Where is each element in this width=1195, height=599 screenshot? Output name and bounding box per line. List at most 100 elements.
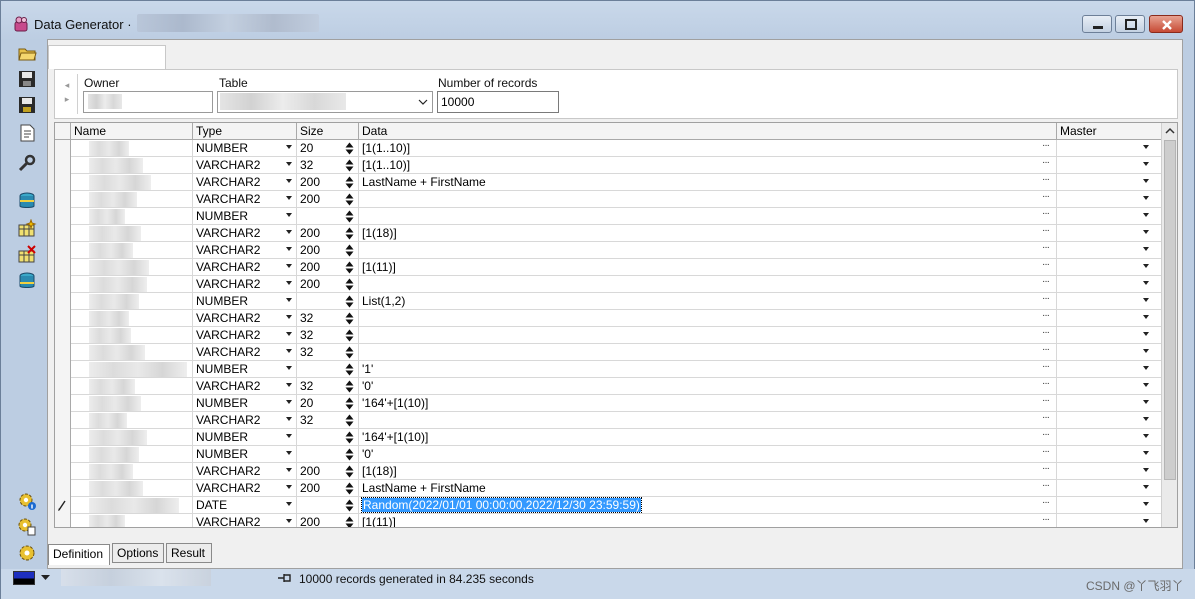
master-dropdown-arrow-icon[interactable] <box>1143 349 1149 353</box>
cell-master[interactable] <box>1057 395 1153 412</box>
data-ellipsis-button[interactable]: ··· <box>1042 412 1050 423</box>
cell-type[interactable]: NUMBER <box>193 446 297 463</box>
cell-data[interactable]: [1(1..10)] ··· <box>359 140 1057 157</box>
cell-data[interactable]: List(1,2) ··· <box>359 293 1057 310</box>
gear-document-icon[interactable] <box>17 517 37 537</box>
table-row[interactable]: VARCHAR2 200 [1(18)] ··· <box>55 463 1161 480</box>
master-dropdown-arrow-icon[interactable] <box>1143 400 1149 404</box>
row-indicator[interactable] <box>55 463 71 480</box>
cell-type[interactable]: VARCHAR2 <box>193 191 297 208</box>
size-spinner-icon[interactable] <box>345 141 354 156</box>
cell-name[interactable] <box>71 463 193 480</box>
row-indicator[interactable] <box>55 259 71 276</box>
table-row[interactable]: NUMBER ··· <box>55 208 1161 225</box>
cell-type[interactable]: VARCHAR2 <box>193 378 297 395</box>
cell-data[interactable]: [1(11)] ··· <box>359 514 1057 527</box>
size-spinner-icon[interactable] <box>345 328 354 343</box>
cell-type[interactable]: NUMBER <box>193 429 297 446</box>
type-dropdown-arrow-icon[interactable] <box>286 179 292 183</box>
table-select[interactable] <box>217 91 433 113</box>
data-ellipsis-button[interactable]: ··· <box>1042 480 1050 491</box>
cell-master[interactable] <box>1057 191 1153 208</box>
cell-type[interactable]: VARCHAR2 <box>193 225 297 242</box>
cell-type[interactable]: NUMBER <box>193 140 297 157</box>
table-row[interactable]: VARCHAR2 32 [1(1..10)] ··· <box>55 157 1161 174</box>
cell-type[interactable]: NUMBER <box>193 293 297 310</box>
master-dropdown-arrow-icon[interactable] <box>1143 281 1149 285</box>
row-indicator[interactable] <box>55 174 71 191</box>
cell-name[interactable] <box>71 497 193 514</box>
type-dropdown-arrow-icon[interactable] <box>286 162 292 166</box>
document-properties-icon[interactable] <box>17 123 37 143</box>
type-dropdown-arrow-icon[interactable] <box>286 247 292 251</box>
data-ellipsis-button[interactable]: ··· <box>1042 429 1050 440</box>
minimize-button[interactable] <box>1082 15 1112 33</box>
column-header-master[interactable]: Master <box>1057 123 1153 140</box>
row-indicator[interactable] <box>55 293 71 310</box>
cell-name[interactable] <box>71 276 193 293</box>
cell-name[interactable] <box>71 225 193 242</box>
size-spinner-icon[interactable] <box>345 209 354 224</box>
cell-name[interactable] <box>71 514 193 527</box>
database-generate-icon[interactable] <box>17 271 37 291</box>
row-indicator[interactable] <box>55 378 71 395</box>
type-dropdown-arrow-icon[interactable] <box>286 332 292 336</box>
size-spinner-icon[interactable] <box>345 498 354 513</box>
gear-run-icon[interactable] <box>17 543 37 563</box>
table-row[interactable]: VARCHAR2 200 ··· <box>55 191 1161 208</box>
records-input[interactable] <box>437 91 559 113</box>
row-indicator[interactable] <box>55 327 71 344</box>
master-dropdown-arrow-icon[interactable] <box>1143 179 1149 183</box>
column-header-data[interactable]: Data <box>359 123 1057 140</box>
master-dropdown-arrow-icon[interactable] <box>1143 366 1149 370</box>
cell-master[interactable] <box>1057 412 1153 429</box>
type-dropdown-arrow-icon[interactable] <box>286 417 292 421</box>
type-dropdown-arrow-icon[interactable] <box>286 230 292 234</box>
cell-master[interactable] <box>1057 361 1153 378</box>
master-dropdown-arrow-icon[interactable] <box>1143 502 1149 506</box>
cell-type[interactable]: VARCHAR2 <box>193 174 297 191</box>
table-row[interactable]: NUMBER '0' ··· <box>55 446 1161 463</box>
size-spinner-icon[interactable] <box>345 192 354 207</box>
open-folder-icon[interactable] <box>17 43 37 63</box>
master-dropdown-arrow-icon[interactable] <box>1143 230 1149 234</box>
table-row[interactable]: VARCHAR2 32 ··· <box>55 327 1161 344</box>
cell-type[interactable]: VARCHAR2 <box>193 514 297 527</box>
cell-master[interactable] <box>1057 514 1153 527</box>
chevron-down-icon[interactable] <box>41 575 50 581</box>
master-dropdown-arrow-icon[interactable] <box>1143 213 1149 217</box>
cell-type[interactable]: VARCHAR2 <box>193 242 297 259</box>
cell-master[interactable] <box>1057 208 1153 225</box>
master-dropdown-arrow-icon[interactable] <box>1143 196 1149 200</box>
cell-name[interactable] <box>71 446 193 463</box>
data-ellipsis-button[interactable]: ··· <box>1042 276 1050 287</box>
cell-name[interactable] <box>71 327 193 344</box>
type-dropdown-arrow-icon[interactable] <box>286 485 292 489</box>
row-indicator[interactable] <box>55 361 71 378</box>
data-ellipsis-button[interactable]: ··· <box>1042 463 1050 474</box>
cell-name[interactable] <box>71 259 193 276</box>
size-spinner-icon[interactable] <box>345 226 354 241</box>
cell-name[interactable] <box>71 310 193 327</box>
cell-data[interactable]: ··· <box>359 412 1057 429</box>
type-dropdown-arrow-icon[interactable] <box>286 502 292 506</box>
owner-field[interactable] <box>83 91 213 113</box>
row-indicator[interactable] <box>55 446 71 463</box>
row-indicator[interactable] <box>55 208 71 225</box>
cell-name[interactable] <box>71 412 193 429</box>
cell-data[interactable]: LastName + FirstName ··· <box>359 480 1057 497</box>
type-dropdown-arrow-icon[interactable] <box>286 196 292 200</box>
type-dropdown-arrow-icon[interactable] <box>286 264 292 268</box>
master-dropdown-arrow-icon[interactable] <box>1143 332 1149 336</box>
table-row[interactable]: VARCHAR2 200 LastName + FirstName ··· <box>55 174 1161 191</box>
size-spinner-icon[interactable] <box>345 447 354 462</box>
table-row[interactable]: VARCHAR2 200 [1(11)] ··· <box>55 259 1161 276</box>
cell-data[interactable]: ··· <box>359 310 1057 327</box>
cell-name[interactable] <box>71 191 193 208</box>
cell-type[interactable]: VARCHAR2 <box>193 480 297 497</box>
master-dropdown-arrow-icon[interactable] <box>1143 468 1149 472</box>
data-ellipsis-button[interactable]: ··· <box>1042 191 1050 202</box>
column-header-name[interactable]: Name <box>71 123 193 140</box>
cell-data[interactable]: [1(11)] ··· <box>359 259 1057 276</box>
table-row[interactable]: VARCHAR2 32 ··· <box>55 310 1161 327</box>
